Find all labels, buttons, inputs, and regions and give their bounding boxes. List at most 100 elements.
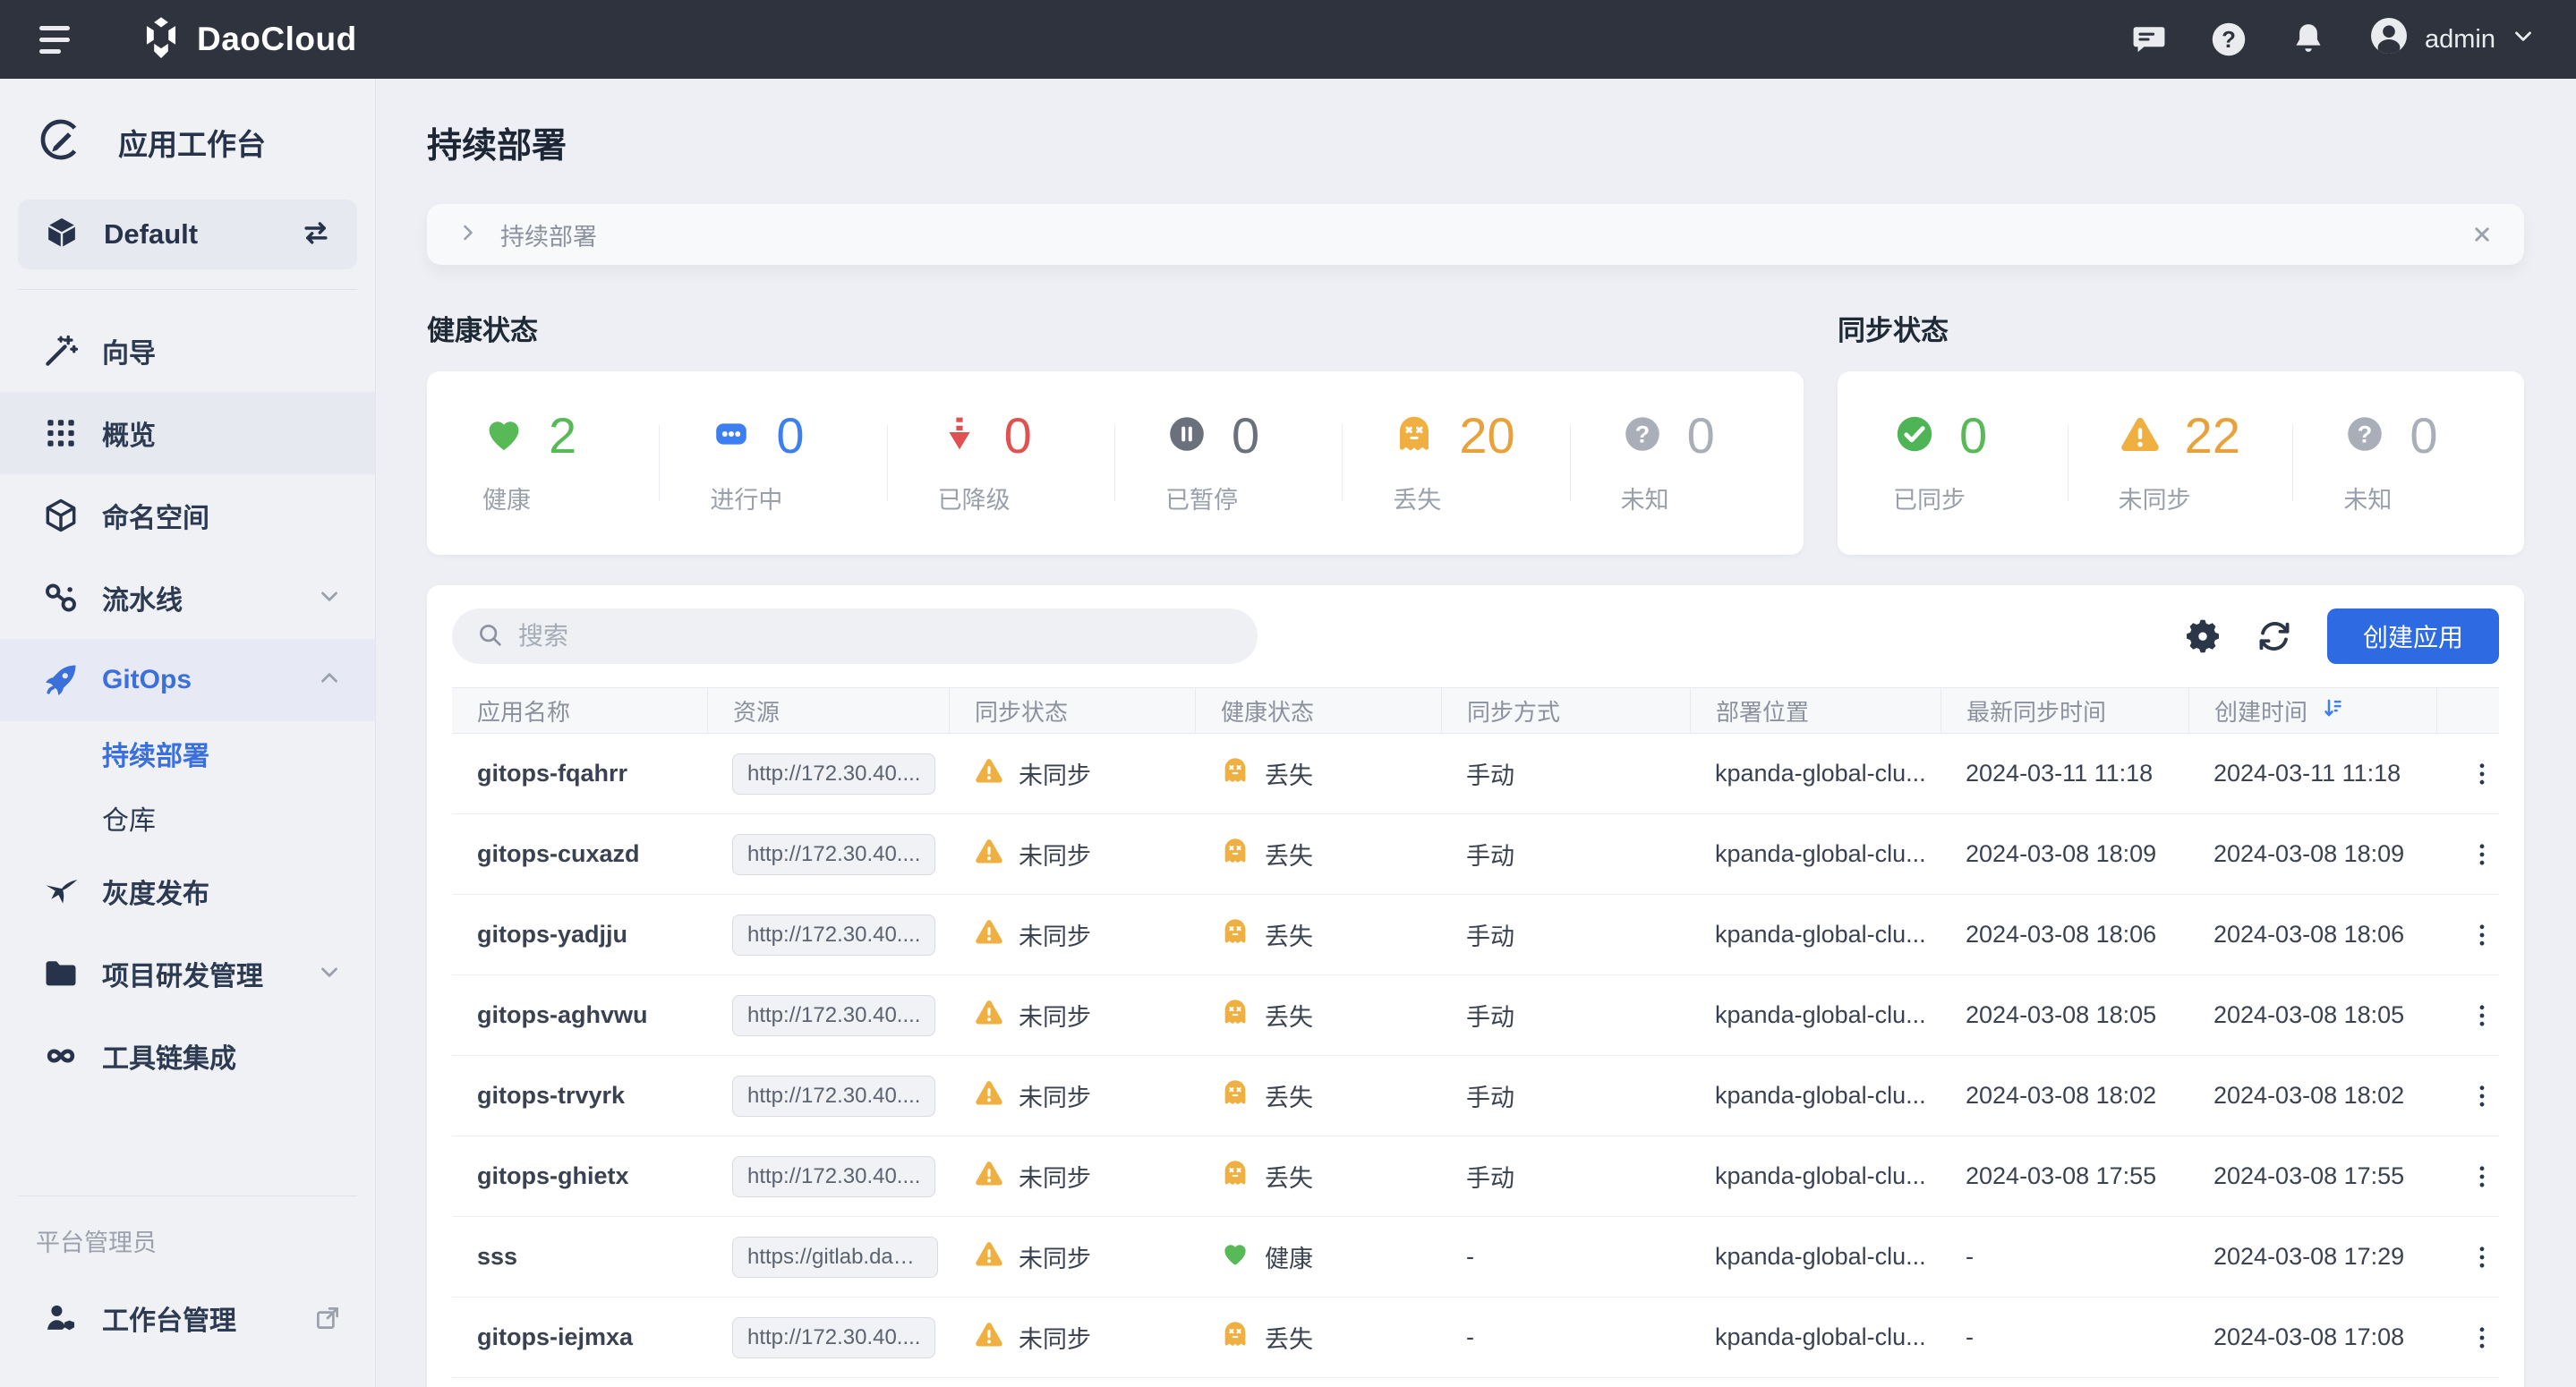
help-icon[interactable]: ? <box>2208 19 2249 60</box>
app-name-link[interactable]: gitops-ghietx <box>452 1162 707 1190</box>
deploy-location-cell: kpanda-global-clu... <box>1690 921 1941 949</box>
resource-chip[interactable]: http://172.30.40.... <box>732 1076 935 1117</box>
app-name-link[interactable]: gitops-cuxazd <box>452 840 707 868</box>
workspace-title: 应用工作台 <box>118 121 266 164</box>
health-status-cell: 丢失 <box>1195 836 1441 872</box>
resource-cell: http://172.30.40.... <box>707 1076 949 1117</box>
column-created-time[interactable]: 创建时间 <box>2188 688 2436 733</box>
section-headings: 健康状态 同步状态 <box>427 308 2524 348</box>
sidebar-item-project-management[interactable]: 项目研发管理 <box>0 932 375 1015</box>
table-row[interactable]: gitops-trvyrkhttp://172.30.40....未同步丢失手动… <box>452 1056 2499 1136</box>
stat-sync-unknown: ? 0 未知 <box>2293 411 2519 515</box>
search-box[interactable] <box>452 608 1258 664</box>
row-actions-button[interactable] <box>2461 753 2499 795</box>
sidebar-item-repository[interactable]: 仓库 <box>0 786 375 850</box>
row-actions-button[interactable] <box>2461 1156 2499 1197</box>
resource-chip[interactable]: http://172.30.40.... <box>732 1317 935 1358</box>
stat-missing: 20 丢失 <box>1343 411 1570 515</box>
row-actions-button[interactable] <box>2461 834 2499 875</box>
ghost-icon <box>1220 755 1250 792</box>
warning-triangle-icon <box>974 1077 1004 1114</box>
user-menu[interactable]: admin <box>2367 14 2537 64</box>
sidebar-item-workbench-admin[interactable]: 工作台管理 <box>0 1281 375 1355</box>
sort-descending-icon[interactable] <box>2320 694 2347 728</box>
sync-mode-cell: 手动 <box>1441 837 1690 872</box>
sidebar-item-continuous-deployment[interactable]: 持续部署 <box>0 721 375 786</box>
breadcrumb-item[interactable]: 持续部署 <box>500 217 597 252</box>
daocloud-logo-icon <box>138 14 184 65</box>
deploy-location-cell: kpanda-global-clu... <box>1690 1082 1941 1110</box>
workspace-selector[interactable]: Default <box>18 200 357 269</box>
search-input[interactable] <box>518 622 1234 651</box>
chevron-up-icon <box>316 665 343 696</box>
bell-icon[interactable] <box>2289 20 2328 59</box>
table-row[interactable]: gitops-yadjjuhttp://172.30.40....未同步丢失手动… <box>452 895 2499 975</box>
sidebar-item-toolchain[interactable]: 工具链集成 <box>0 1015 375 1097</box>
resource-chip[interactable]: https://gitlab.daoc... <box>732 1237 938 1278</box>
brand[interactable]: DaoCloud <box>138 14 357 65</box>
resource-cell: http://172.30.40.... <box>707 753 949 795</box>
workspace-header: 应用工作台 <box>0 79 375 194</box>
ghost-icon <box>1220 1077 1250 1114</box>
app-name-link[interactable]: gitops-aghvwu <box>452 1001 707 1029</box>
row-actions-button[interactable] <box>2461 915 2499 956</box>
row-actions-button[interactable] <box>2461 1317 2499 1358</box>
close-icon[interactable] <box>2469 221 2495 248</box>
last-sync-time-cell: 2024-03-08 18:09 <box>1941 840 2188 868</box>
sidebar-item-gitops[interactable]: GitOps <box>0 639 375 721</box>
table-row[interactable]: gitops-iejmxahttp://172.30.40....未同步丢失-k… <box>452 1298 2499 1378</box>
table-row[interactable]: gitops-aghvwuhttp://172.30.40....未同步丢失手动… <box>452 975 2499 1056</box>
sidebar-item-pipeline[interactable]: 流水线 <box>0 557 375 639</box>
sidebar-item-gray-release[interactable]: 灰度发布 <box>0 850 375 932</box>
column-deploy-location: 部署位置 <box>1690 688 1941 733</box>
table-row[interactable]: gitops-ghietxhttp://172.30.40....未同步丢失手动… <box>452 1136 2499 1217</box>
chevron-right-icon[interactable] <box>456 220 481 250</box>
health-status-cell: 丢失 <box>1195 997 1441 1034</box>
row-actions-button[interactable] <box>2461 995 2499 1036</box>
pipeline-icon <box>36 578 86 617</box>
app-name-link[interactable]: gitops-fqahrr <box>452 760 707 787</box>
table-row[interactable]: gitops-cuxazdhttp://172.30.40....未同步丢失手动… <box>452 814 2499 895</box>
app-name-link[interactable]: gitops-yadjju <box>452 921 707 949</box>
stat-healthy: 2 健康 <box>432 411 660 515</box>
created-time-cell: 2024-03-08 17:08 <box>2188 1323 2436 1351</box>
sync-mode-cell: 手动 <box>1441 998 1690 1033</box>
sidebar-item-overview[interactable]: 概览 <box>0 392 375 474</box>
resource-chip[interactable]: http://172.30.40.... <box>732 753 935 795</box>
health-status-card: 2 健康 0 进行中 <box>427 371 1804 555</box>
sidebar-item-namespace[interactable]: 命名空间 <box>0 474 375 557</box>
stat-suspended: 0 已暂停 <box>1115 411 1343 515</box>
app-name-link[interactable]: sss <box>452 1243 707 1271</box>
table-row[interactable]: gitops-dixgylhttps://gitlab.daoc...未同步丢失… <box>452 1378 2499 1387</box>
created-time-cell: 2024-03-08 18:09 <box>2188 840 2436 868</box>
table-row[interactable]: gitops-fqahrrhttp://172.30.40....未同步丢失手动… <box>452 734 2499 814</box>
row-actions-button[interactable] <box>2461 1237 2499 1278</box>
actions-cell <box>2436 915 2499 956</box>
role-label: 平台管理员 <box>0 1223 375 1258</box>
deploy-location-cell: kpanda-global-clu... <box>1690 760 1941 787</box>
refresh-icon[interactable] <box>2256 617 2293 655</box>
app-name-link[interactable]: gitops-iejmxa <box>452 1323 707 1351</box>
sidebar-item-wizard[interactable]: 向导 <box>0 310 375 392</box>
created-time-cell: 2024-03-08 17:29 <box>2188 1243 2436 1271</box>
column-actions <box>2436 688 2499 733</box>
menu-toggle-button[interactable] <box>39 20 88 59</box>
last-sync-time-cell: 2024-03-08 18:02 <box>1941 1082 2188 1110</box>
workspace-name: Default <box>104 218 298 251</box>
resource-chip[interactable]: http://172.30.40.... <box>732 834 935 875</box>
swap-workspace-icon[interactable] <box>298 215 334 255</box>
app-name-link[interactable]: gitops-trvyrk <box>452 1082 707 1110</box>
resource-chip[interactable]: http://172.30.40.... <box>732 1156 935 1197</box>
resource-chip[interactable]: http://172.30.40.... <box>732 915 935 956</box>
resource-cell: http://172.30.40.... <box>707 834 949 875</box>
deploy-location-cell: kpanda-global-clu... <box>1690 1162 1941 1190</box>
table-row[interactable]: ssshttps://gitlab.daoc...未同步健康-kpanda-gl… <box>452 1217 2499 1298</box>
create-app-button[interactable]: 创建应用 <box>2327 608 2499 664</box>
heart-icon <box>482 413 525 460</box>
sync-status-cell: 未同步 <box>949 1158 1195 1195</box>
resource-chip[interactable]: http://172.30.40.... <box>732 995 935 1036</box>
row-actions-button[interactable] <box>2461 1076 2499 1117</box>
chevron-down-icon <box>316 958 343 990</box>
gear-icon[interactable] <box>2184 617 2222 655</box>
chat-icon[interactable] <box>2129 20 2169 59</box>
